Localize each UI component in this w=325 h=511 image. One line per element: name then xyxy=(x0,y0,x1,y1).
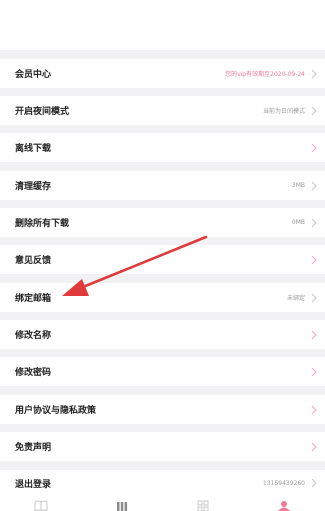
user-icon[interactable] xyxy=(277,499,291,511)
chevron-right-icon xyxy=(311,330,317,340)
chevron-right-icon xyxy=(311,478,317,488)
settings-row-label: 删除所有下载 xyxy=(15,219,70,229)
settings-row-disclaimer[interactable]: 免责声明 xyxy=(0,432,325,461)
settings-row-label: 用户协议与隐私政策 xyxy=(15,406,97,416)
settings-row-bind-email[interactable]: 绑定邮箱 未绑定 xyxy=(0,283,325,312)
grid-icon[interactable] xyxy=(196,499,210,511)
settings-row-label: 修改密码 xyxy=(15,368,52,378)
chevron-right-icon xyxy=(311,405,317,415)
settings-row-label: 修改名称 xyxy=(15,331,52,341)
settings-row-clear-cache[interactable]: 清理缓存 3MB xyxy=(0,171,325,200)
settings-row-vip-center[interactable]: 会员中心 您的vip有效期至2020-09-24 xyxy=(0,59,325,88)
vip-expiry-value: 您的vip有效期至2020-09-24 xyxy=(225,71,305,78)
settings-row-night-mode[interactable]: 开启夜间模式 当前为日间模式 xyxy=(0,96,325,125)
chevron-right-icon xyxy=(311,218,317,228)
theme-mode-value: 当前为日间模式 xyxy=(262,108,305,115)
chevron-right-icon xyxy=(311,367,317,377)
settings-row-label: 免责声明 xyxy=(15,443,52,453)
chevron-right-icon xyxy=(311,106,317,116)
settings-row-label: 离线下载 xyxy=(15,144,52,154)
chevron-right-icon xyxy=(311,293,317,303)
chevron-right-icon xyxy=(311,69,317,79)
chevron-right-icon xyxy=(311,442,317,452)
settings-row-label: 绑定邮箱 xyxy=(15,294,52,304)
settings-row-label: 会员中心 xyxy=(15,70,52,80)
settings-row-delete-downloads[interactable]: 删除所有下载 0MB xyxy=(0,208,325,237)
chevron-right-icon xyxy=(311,143,317,153)
downloads-size-value: 0MB xyxy=(291,219,305,226)
library-icon[interactable] xyxy=(115,499,129,511)
email-status-value: 未绑定 xyxy=(286,295,305,302)
bottom-navigation xyxy=(0,496,325,511)
settings-row-logout[interactable]: 退出登录 13159439260 xyxy=(0,470,325,496)
account-phone-value: 13159439260 xyxy=(263,479,305,487)
settings-row-offline-download[interactable]: 离线下载 xyxy=(0,133,325,162)
settings-row-label: 意见反馈 xyxy=(15,256,52,266)
chevron-right-icon xyxy=(311,255,317,265)
settings-row-label: 开启夜间模式 xyxy=(15,107,70,117)
settings-row-feedback[interactable]: 意见反馈 xyxy=(0,245,325,274)
chevron-right-icon xyxy=(311,181,317,191)
cache-size-value: 3MB xyxy=(291,182,305,189)
settings-row-label: 清理缓存 xyxy=(15,182,52,192)
settings-row-label: 退出登录 xyxy=(15,479,52,490)
settings-row-change-name[interactable]: 修改名称 xyxy=(0,320,325,349)
top-header-bar xyxy=(0,0,325,50)
settings-row-change-password[interactable]: 修改密码 xyxy=(0,357,325,386)
book-icon[interactable] xyxy=(34,499,48,511)
settings-row-user-agreement[interactable]: 用户协议与隐私政策 xyxy=(0,395,325,424)
